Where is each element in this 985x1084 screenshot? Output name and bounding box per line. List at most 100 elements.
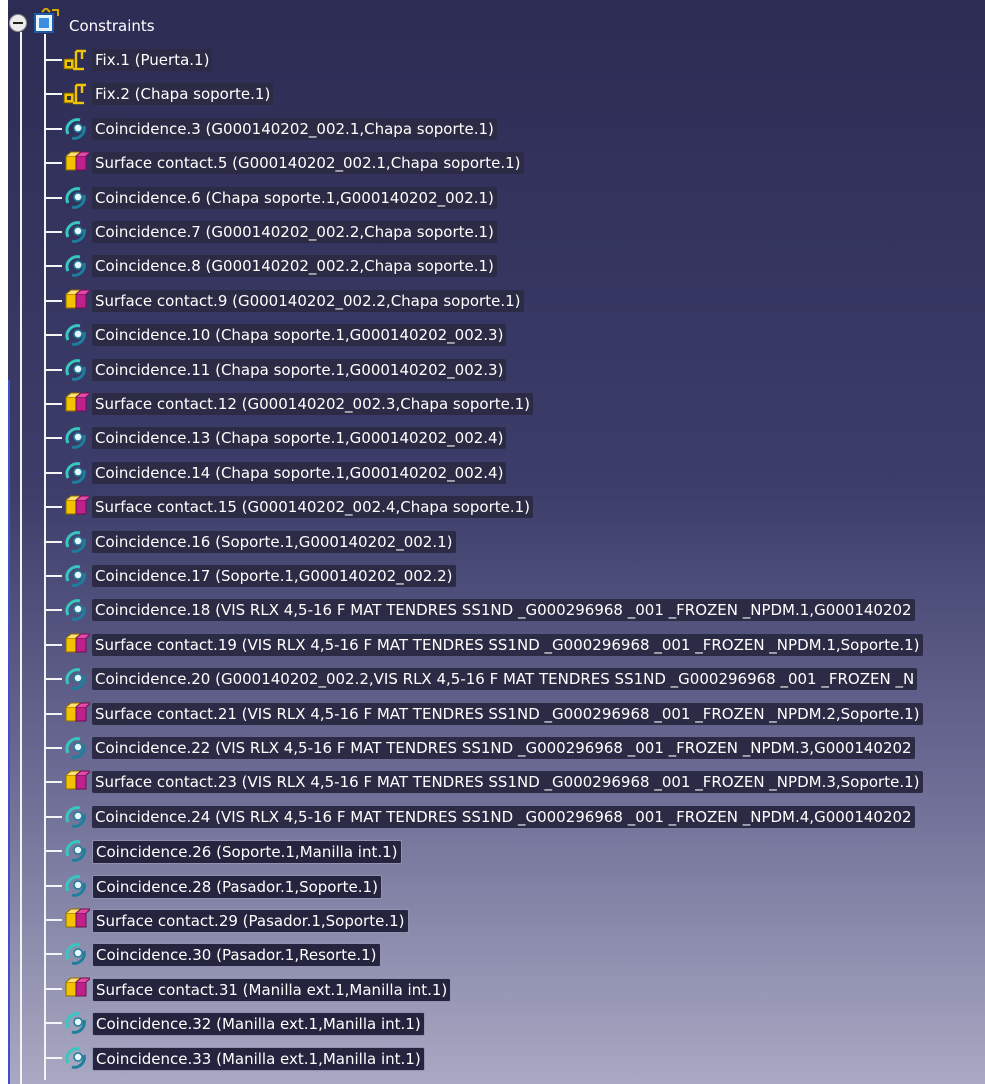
tree-node-label[interactable]: Surface contact.23 (VIS RLX 4,5-16 F MAT…: [92, 771, 923, 794]
tree-node-constraint[interactable]: Surface contact.29 (Pasador.1,Soporte.1): [8, 902, 985, 938]
tree-node-constraint[interactable]: Surface contact.12 (G000140202_002.3,Cha…: [8, 386, 985, 422]
tree-node-label[interactable]: Coincidence.7 (G000140202_002.2,Chapa so…: [92, 221, 497, 243]
surface-contact-icon: [62, 494, 93, 520]
tree-node-label[interactable]: Surface contact.29 (Pasador.1,Soporte.1): [92, 909, 409, 933]
fix-anchor-icon: [62, 47, 90, 73]
fix-anchor-icon: [62, 81, 90, 107]
panel-edge-divider: [8, 380, 10, 1084]
tree-node-constraint[interactable]: Surface contact.19 (VIS RLX 4,5-16 F MAT…: [8, 627, 985, 663]
surface-contact-icon: [62, 288, 93, 314]
surface-contact-icon: [62, 976, 93, 1002]
tree-node-label[interactable]: Coincidence.30 (Pasador.1,Resorte.1): [92, 943, 381, 968]
tree-node-label[interactable]: Surface contact.5 (G000140202_002.1,Chap…: [92, 152, 524, 175]
tree-connector-line: [46, 747, 62, 749]
tree-connector-line: [46, 59, 62, 61]
tree-connector-line: [46, 987, 62, 990]
tree-node-label[interactable]: Coincidence.17 (Soporte.1,G000140202_002…: [92, 565, 456, 587]
tree-node-constraint[interactable]: Surface contact.21 (VIS RLX 4,5-16 F MAT…: [8, 696, 985, 732]
tree-connector-line: [46, 953, 62, 956]
coincidence-icon: [62, 666, 90, 692]
tree-node-label[interactable]: Surface contact.9 (G000140202_002.2,Chap…: [92, 289, 524, 312]
tree-node-constraint[interactable]: Coincidence.6 (Chapa soporte.1,G00014020…: [8, 180, 985, 216]
tree-node-constraint[interactable]: Fix.2 (Chapa soporte.1): [8, 76, 985, 112]
tree-node-constraint[interactable]: Coincidence.20 (G000140202_002.2,VIS RLX…: [8, 661, 985, 697]
coincidence-icon: [62, 1045, 90, 1071]
tree-node-constraint[interactable]: Coincidence.13 (Chapa soporte.1,G0001402…: [8, 420, 985, 456]
tree-connector-line: [46, 265, 62, 268]
coincidence-icon: [62, 563, 90, 589]
tree-node-constraint[interactable]: Coincidence.30 (Pasador.1,Resorte.1): [8, 936, 985, 972]
tree-node-constraint[interactable]: Coincidence.10 (Chapa soporte.1,G0001402…: [8, 317, 985, 353]
tree-connector-line: [46, 781, 62, 784]
tree-node-label[interactable]: Coincidence.24 (VIS RLX 4,5-16 F MAT TEN…: [92, 805, 915, 828]
tree-node-label[interactable]: Surface contact.12 (G000140202_002.3,Cha…: [92, 393, 534, 415]
tree-node-constraint[interactable]: Coincidence.8 (G000140202_002.2,Chapa so…: [8, 248, 985, 284]
tree-connector-line: [46, 506, 62, 509]
collapse-toggle-icon[interactable]: [9, 14, 27, 32]
tree-node-label[interactable]: Surface contact.31 (Manilla ext.1,Manill…: [92, 977, 452, 1002]
tree-connector-line: [46, 334, 62, 337]
tree-connector-line: [46, 437, 62, 440]
tree-node-constraint[interactable]: Coincidence.24 (VIS RLX 4,5-16 F MAT TEN…: [8, 799, 985, 835]
tree-connector-line: [46, 127, 62, 130]
tree-connector-line: [46, 540, 62, 543]
tree-node-constraint[interactable]: Coincidence.32 (Manilla ext.1,Manilla in…: [8, 1005, 985, 1041]
tree-node-constraint[interactable]: Coincidence.14 (Chapa soporte.1,G0001402…: [8, 455, 985, 491]
tree-node-label[interactable]: Coincidence.28 (Pasador.1,Soporte.1): [92, 874, 382, 899]
tree-connector-line: [46, 678, 62, 681]
tree-node-constraint[interactable]: Surface contact.15 (G000140202_002.4,Cha…: [8, 489, 985, 525]
tree-connector-line: [46, 93, 62, 96]
tree-node-label[interactable]: Constraints: [66, 16, 158, 36]
tree-node-label[interactable]: Coincidence.26 (Soporte.1,Manilla int.1): [92, 840, 402, 865]
tree-node-constraint[interactable]: Surface contact.9 (G000140202_002.2,Chap…: [8, 283, 985, 319]
tree-node-constraint[interactable]: Coincidence.26 (Soporte.1,Manilla int.1): [8, 833, 985, 869]
tree-node-label[interactable]: Coincidence.33 (Manilla ext.1,Manilla in…: [92, 1046, 425, 1071]
tree-node-constraint[interactable]: Coincidence.7 (G000140202_002.2,Chapa so…: [8, 214, 985, 250]
tree-node-label[interactable]: Surface contact.19 (VIS RLX 4,5-16 F MAT…: [92, 633, 923, 656]
tree-node-constraint[interactable]: Coincidence.17 (Soporte.1,G000140202_002…: [8, 558, 985, 594]
tree-connector-line: [46, 575, 62, 577]
tree-connector-line: [46, 231, 62, 233]
tree-node-label[interactable]: Fix.1 (Puerta.1): [92, 49, 213, 71]
tree-node-constraint[interactable]: Coincidence.22 (VIS RLX 4,5-16 F MAT TEN…: [8, 730, 985, 766]
tree-node-label[interactable]: Coincidence.6 (Chapa soporte.1,G00014020…: [92, 186, 497, 209]
tree-node-label[interactable]: Coincidence.3 (G000140202_002.1,Chapa so…: [92, 117, 497, 140]
coincidence-icon: [62, 529, 90, 555]
tree-connector-line: [46, 884, 62, 887]
tree-node-constraint[interactable]: Coincidence.28 (Pasador.1,Soporte.1): [8, 868, 985, 904]
coincidence-icon: [62, 735, 90, 761]
tree-node-constraint[interactable]: Coincidence.18 (VIS RLX 4,5-16 F MAT TEN…: [8, 592, 985, 628]
tree-node-constraint[interactable]: Surface contact.5 (G000140202_002.1,Chap…: [8, 145, 985, 181]
coincidence-icon: [62, 253, 90, 279]
tree-node-constraint[interactable]: Coincidence.16 (Soporte.1,G000140202_002…: [8, 524, 985, 560]
tree-node-label[interactable]: Coincidence.20 (G000140202_002.2,VIS RLX…: [92, 668, 918, 691]
tree-node-label[interactable]: Coincidence.8 (G000140202_002.2,Chapa so…: [92, 255, 497, 278]
tree-node-constraint[interactable]: Surface contact.23 (VIS RLX 4,5-16 F MAT…: [8, 764, 985, 800]
tree-node-label[interactable]: Surface contact.21 (VIS RLX 4,5-16 F MAT…: [92, 702, 923, 725]
specification-tree-viewport[interactable]: Constraints Fix.1 (Puerta.1) Fix.2 (Chapa…: [8, 0, 985, 1084]
tree-node-constraint[interactable]: Coincidence.3 (G000140202_002.1,Chapa so…: [8, 111, 985, 147]
tree-connector-line: [46, 368, 62, 371]
tree-node-label[interactable]: Surface contact.15 (G000140202_002.4,Cha…: [92, 496, 534, 519]
tree-node-constraint[interactable]: Fix.1 (Puerta.1): [8, 42, 985, 78]
tree-node-label[interactable]: Coincidence.13 (Chapa soporte.1,G0001402…: [92, 427, 507, 450]
tree-node-constraint[interactable]: Coincidence.33 (Manilla ext.1,Manilla in…: [8, 1040, 985, 1076]
tree-node-label[interactable]: Coincidence.22 (VIS RLX 4,5-16 F MAT TEN…: [92, 737, 915, 759]
tree-connector-line: [46, 712, 62, 715]
tree-node-constraint[interactable]: Surface contact.31 (Manilla ext.1,Manill…: [8, 971, 985, 1007]
coincidence-icon: [62, 322, 90, 348]
tree-node-label[interactable]: Coincidence.10 (Chapa soporte.1,G0001402…: [92, 324, 507, 347]
tree-node-label[interactable]: Coincidence.16 (Soporte.1,G000140202_002…: [92, 530, 456, 553]
tree-node-label[interactable]: Coincidence.14 (Chapa soporte.1,G0001402…: [92, 461, 507, 484]
surface-contact-icon: [62, 391, 93, 417]
tree-connector-line: [46, 815, 62, 818]
coincidence-icon: [62, 116, 90, 142]
tree-node-label[interactable]: Fix.2 (Chapa soporte.1): [92, 83, 274, 106]
coincidence-icon: [62, 838, 90, 864]
tree-connector-line: [46, 919, 62, 921]
tree-node-label[interactable]: Coincidence.11 (Chapa soporte.1,G0001402…: [92, 358, 507, 381]
tree-node-label[interactable]: Coincidence.32 (Manilla ext.1,Manilla in…: [92, 1012, 425, 1037]
tree-node-label[interactable]: Coincidence.18 (VIS RLX 4,5-16 F MAT TEN…: [92, 599, 915, 622]
tree-node-constraint[interactable]: Coincidence.11 (Chapa soporte.1,G0001402…: [8, 352, 985, 388]
coincidence-icon: [62, 941, 90, 967]
